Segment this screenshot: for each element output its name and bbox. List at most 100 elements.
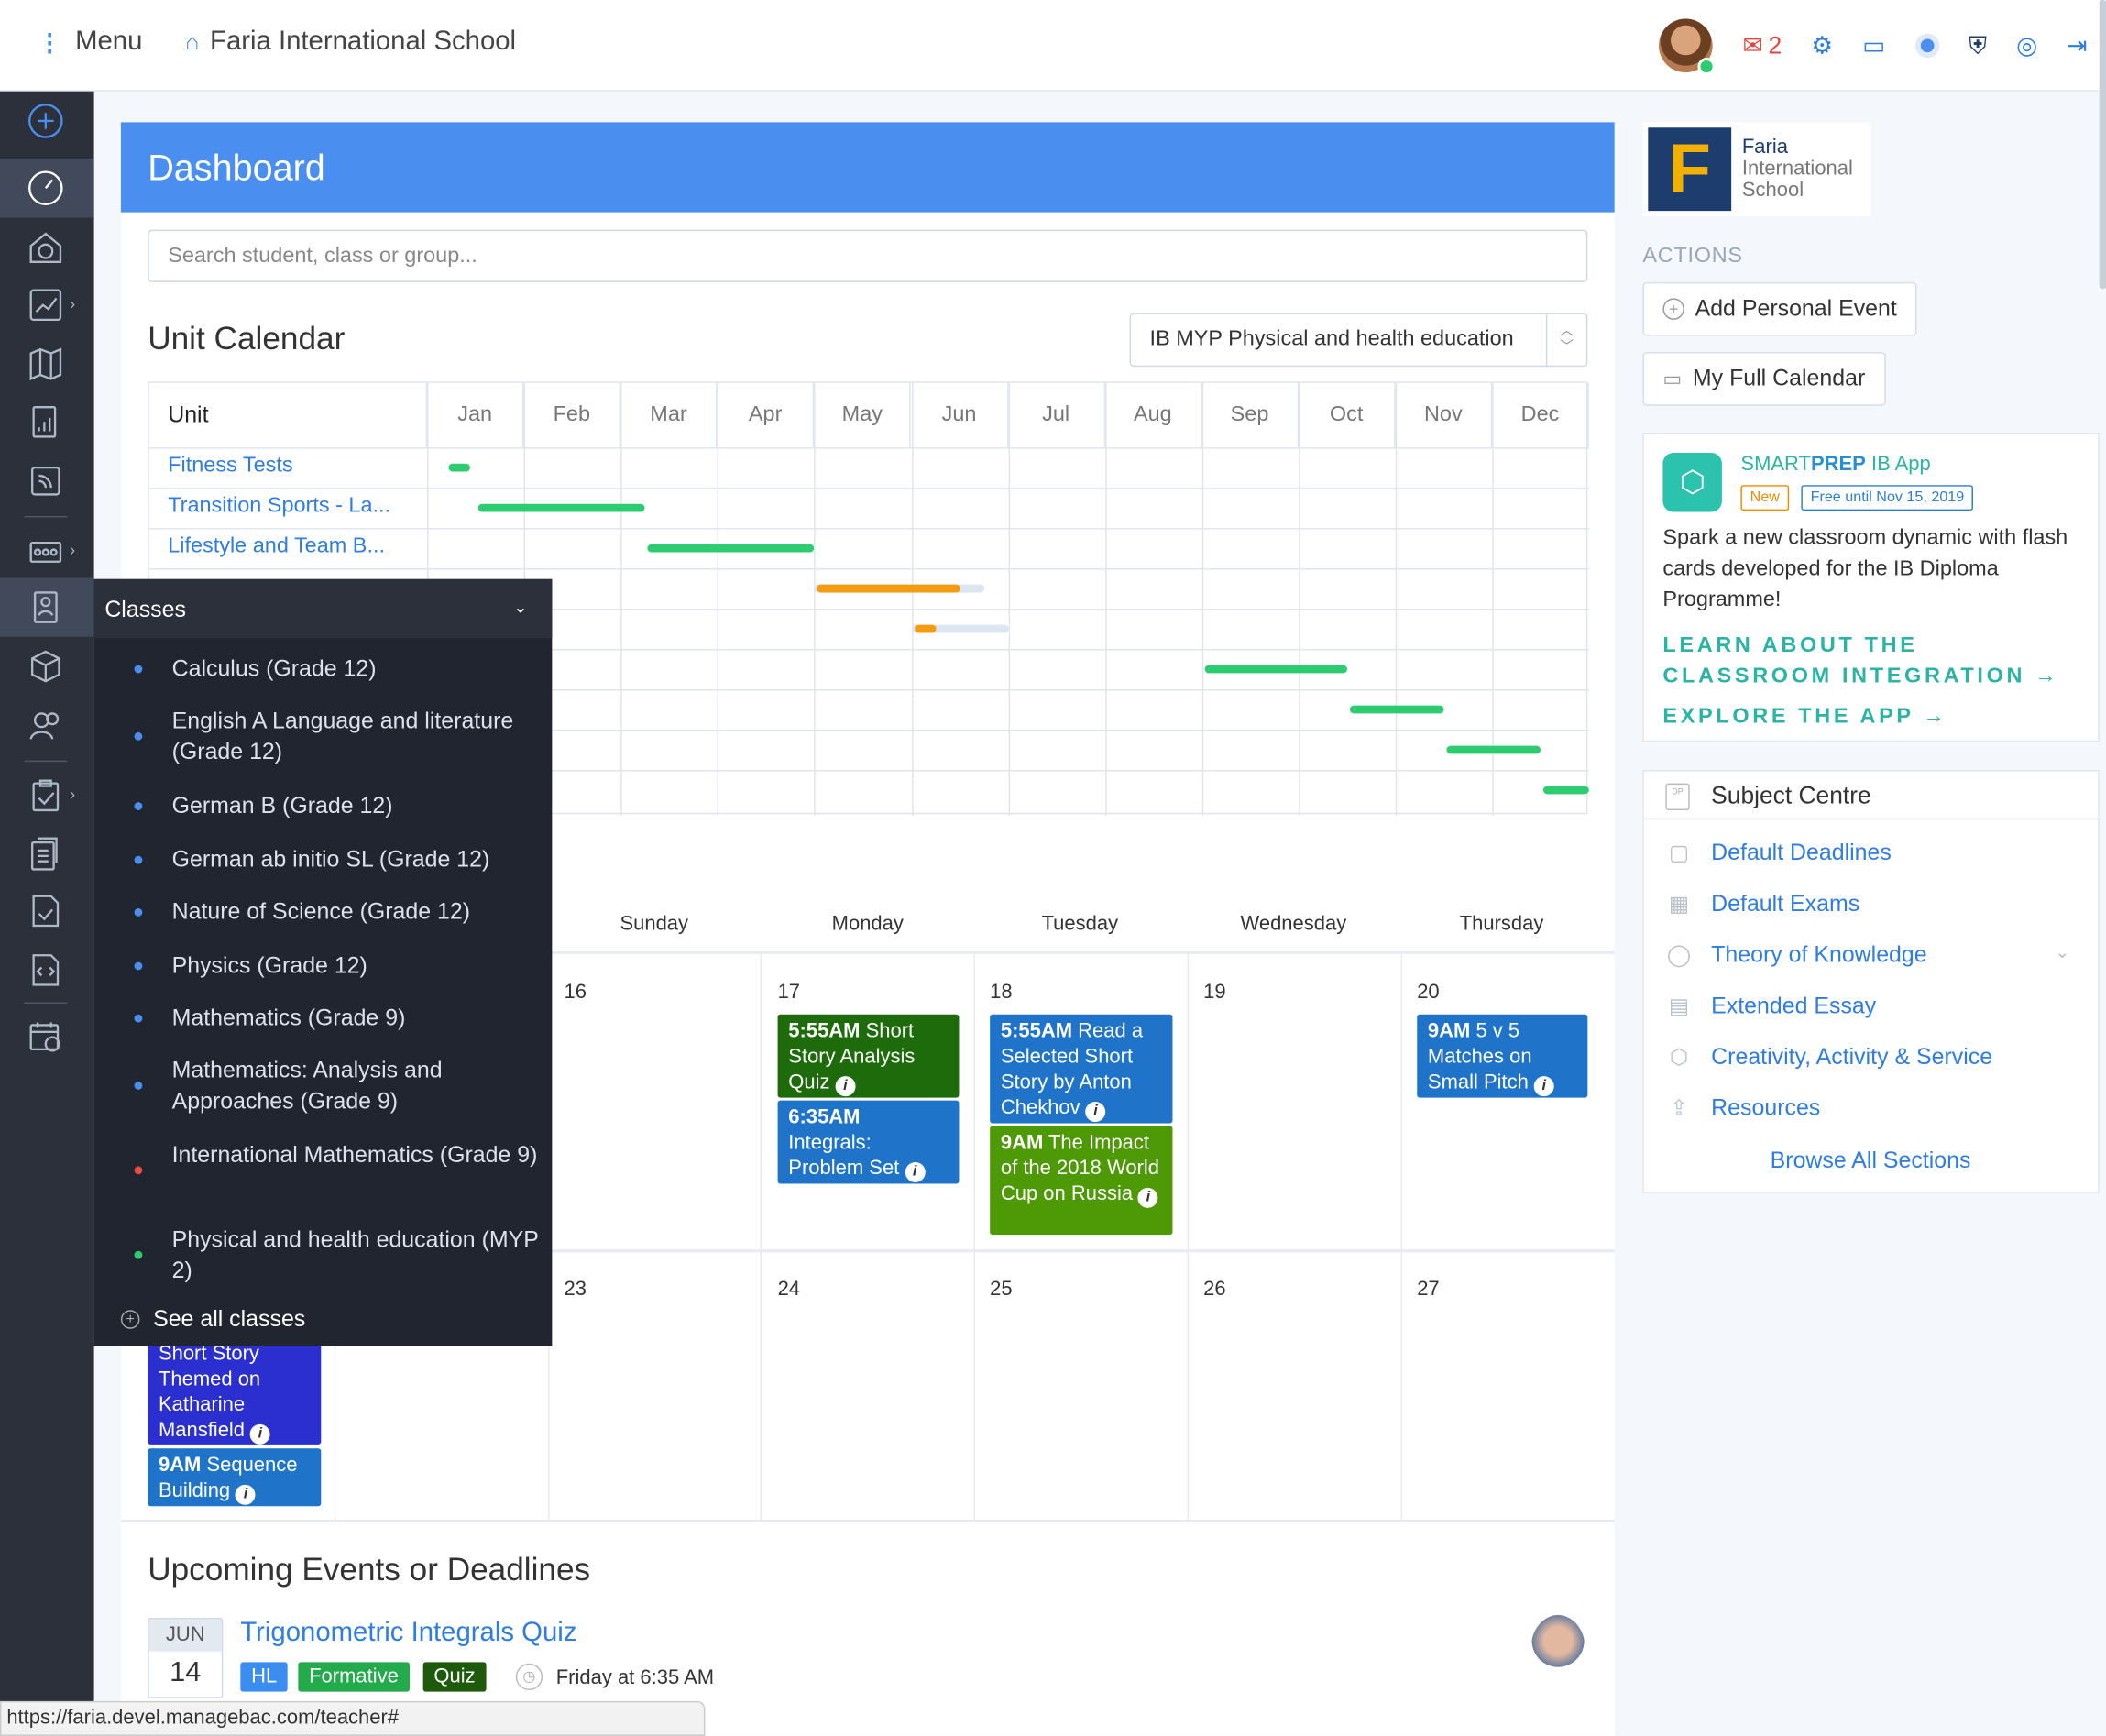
- page-scrollbar[interactable]: [2099, 0, 2106, 290]
- help-lifebuoy-icon[interactable]: ◎: [2016, 31, 2037, 60]
- actions-label: ACTIONS: [1642, 244, 1743, 268]
- select-arrows-icon: ︿ ﹀: [1545, 314, 1586, 366]
- menu-button[interactable]: ⋮ Menu: [38, 27, 142, 58]
- calendar-event[interactable]: 5:55AM Short Story Analysis Quiz i: [777, 1014, 960, 1098]
- unit-bar[interactable]: [647, 544, 815, 553]
- unit-link[interactable]: Fitness Tests: [168, 454, 292, 478]
- unit-bar[interactable]: [817, 584, 960, 593]
- month-header: Mar: [620, 382, 718, 448]
- logo-line: International: [1741, 157, 1853, 181]
- calendar-event[interactable]: 9AM The Impact of the 2018 World Cup on …: [990, 1126, 1173, 1236]
- class-menu-label: Physics (Grade 12): [171, 952, 367, 979]
- info-icon[interactable]: i: [905, 1162, 926, 1182]
- search-input[interactable]: Search student, class or group...: [148, 229, 1588, 282]
- rss-feed-icon[interactable]: [24, 459, 67, 502]
- unit-bar[interactable]: [1204, 665, 1347, 674]
- documents-icon[interactable]: [24, 831, 67, 874]
- groups-icon[interactable]: [24, 530, 67, 573]
- class-menu-label: Nature of Science (Grade 12): [171, 898, 471, 925]
- school-clock-icon[interactable]: [24, 225, 67, 269]
- event-title: Short Story Themed on Katharine Mansfiel…: [158, 1342, 261, 1442]
- calendar-event[interactable]: 5:55AM Read a Selected Short Story by An…: [990, 1014, 1173, 1124]
- classes-menu-title: Classes: [104, 596, 186, 622]
- classes-icon[interactable]: [24, 586, 67, 629]
- class-select[interactable]: IB MYP Physical and health education ︿ ﹀: [1129, 313, 1588, 368]
- toggle-dot-icon[interactable]: [1914, 33, 1939, 59]
- unit-bar[interactable]: [914, 624, 936, 633]
- class-menu-label: German ab initio SL (Grade 12): [171, 846, 490, 873]
- browser-status-url: https://faria.devel.managebac.com/teache…: [0, 1700, 706, 1736]
- unit-link[interactable]: Transition Sports - La...: [168, 494, 390, 518]
- chevron-down-icon[interactable]: ⌄: [2055, 942, 2069, 963]
- see-all-classes-link[interactable]: + See all classes: [120, 1306, 305, 1333]
- info-icon[interactable]: i: [236, 1484, 257, 1505]
- shield-icon[interactable]: ⛨: [1969, 31, 1987, 60]
- tag-formative: Formative: [298, 1662, 410, 1692]
- class-color-dot: [134, 907, 143, 917]
- resources-link[interactable]: Resources: [1711, 1095, 1820, 1122]
- logo-line: School: [1741, 178, 1804, 202]
- month-header: Oct: [1299, 382, 1396, 448]
- messages-button[interactable]: ✉ 2: [1743, 31, 1782, 60]
- tasks-clipboard-icon[interactable]: [24, 774, 67, 817]
- unit-bar[interactable]: [477, 503, 645, 512]
- theory-of-knowledge-link[interactable]: Theory of Knowledge: [1711, 942, 1926, 969]
- info-icon[interactable]: i: [1137, 1187, 1158, 1208]
- classes-menu-header[interactable]: Classes ⌄: [93, 578, 553, 639]
- logout-icon[interactable]: ⇥: [2067, 31, 2087, 60]
- upload-icon: ⇪: [1670, 1097, 1688, 1121]
- user-avatar[interactable]: [1659, 18, 1717, 76]
- calendar-divider: [1400, 953, 1403, 1522]
- day-name-sunday: Sunday: [620, 912, 689, 936]
- info-icon[interactable]: i: [249, 1423, 270, 1445]
- unit-link[interactable]: Lifestyle and Team B...: [168, 534, 385, 558]
- sidebar-divider: [24, 515, 68, 518]
- menu-dots-icon: ⋮: [38, 28, 62, 56]
- calendar-event[interactable]: 9AM Sequence Building i: [148, 1448, 322, 1507]
- day-number: 24: [777, 1278, 801, 1301]
- extended-essay-link[interactable]: Extended Essay: [1711, 993, 1876, 1019]
- upcoming-event-link[interactable]: Trigonometric Integrals Quiz: [240, 1618, 576, 1649]
- explore-app-link[interactable]: EXPLORE THE APP →: [1662, 701, 1947, 732]
- title-part: IB App: [1865, 453, 1931, 476]
- info-icon[interactable]: i: [835, 1076, 856, 1097]
- calendar-event[interactable]: 6:35AM Integrals: Problem Set i: [777, 1100, 960, 1184]
- unit-bar[interactable]: [449, 463, 471, 472]
- code-file-icon[interactable]: [24, 949, 67, 992]
- add-plus-icon[interactable]: [24, 99, 67, 142]
- calendar-divider: [973, 953, 976, 1522]
- dashboard-gauge-icon[interactable]: [24, 167, 67, 210]
- reports-icon[interactable]: [24, 401, 67, 444]
- browse-all-sections-link[interactable]: Browse All Sections: [1771, 1148, 1971, 1174]
- add-personal-event-button[interactable]: + Add Personal Event: [1642, 281, 1917, 336]
- day-number: 23: [564, 1278, 587, 1301]
- default-deadlines-link[interactable]: Default Deadlines: [1711, 840, 1892, 866]
- calendar-clock-icon[interactable]: [24, 1016, 67, 1059]
- checklist-icon[interactable]: [24, 889, 67, 932]
- cas-link[interactable]: Creativity, Activity & Service: [1711, 1044, 1992, 1071]
- gantt-unit-header: Unit: [149, 382, 428, 448]
- home-icon: ⌂: [185, 28, 200, 55]
- people-icon[interactable]: [24, 704, 67, 747]
- smartprep-promo-card: ⬡ SMARTPREP IB App New Free until Nov 15…: [1642, 433, 2100, 742]
- settings-gear-icon[interactable]: ⚙: [1811, 31, 1833, 60]
- info-icon[interactable]: i: [1533, 1076, 1554, 1097]
- info-icon[interactable]: i: [1085, 1102, 1106, 1123]
- calendar-event[interactable]: 9AM 5 v 5 Matches on Small Pitch i: [1417, 1014, 1588, 1098]
- default-exams-link[interactable]: Default Exams: [1711, 891, 1859, 917]
- chart-line-icon[interactable]: [24, 283, 67, 326]
- day-number: 25: [990, 1278, 1013, 1301]
- school-home-link[interactable]: ⌂ Faria International School: [185, 27, 516, 58]
- cube-icon[interactable]: [24, 645, 67, 688]
- unit-bar[interactable]: [1543, 786, 1590, 795]
- month-header: Dec: [1492, 382, 1590, 448]
- envelope-icon: ✉: [1742, 31, 1763, 59]
- map-icon[interactable]: [24, 343, 67, 386]
- monitor-icon[interactable]: ▭: [1862, 31, 1885, 60]
- learn-classroom-integration-link[interactable]: LEARN ABOUT THE CLASSROOM INTEGRATION →: [1662, 631, 2066, 692]
- my-full-calendar-button[interactable]: ▭ My Full Calendar: [1642, 352, 1886, 406]
- unit-bar[interactable]: [1349, 705, 1444, 714]
- calendar-event[interactable]: Short Story Themed on Katharine Mansfiel…: [148, 1335, 322, 1445]
- class-menu-label: English A Language and literature (Grade…: [171, 708, 514, 765]
- unit-bar[interactable]: [1446, 745, 1541, 754]
